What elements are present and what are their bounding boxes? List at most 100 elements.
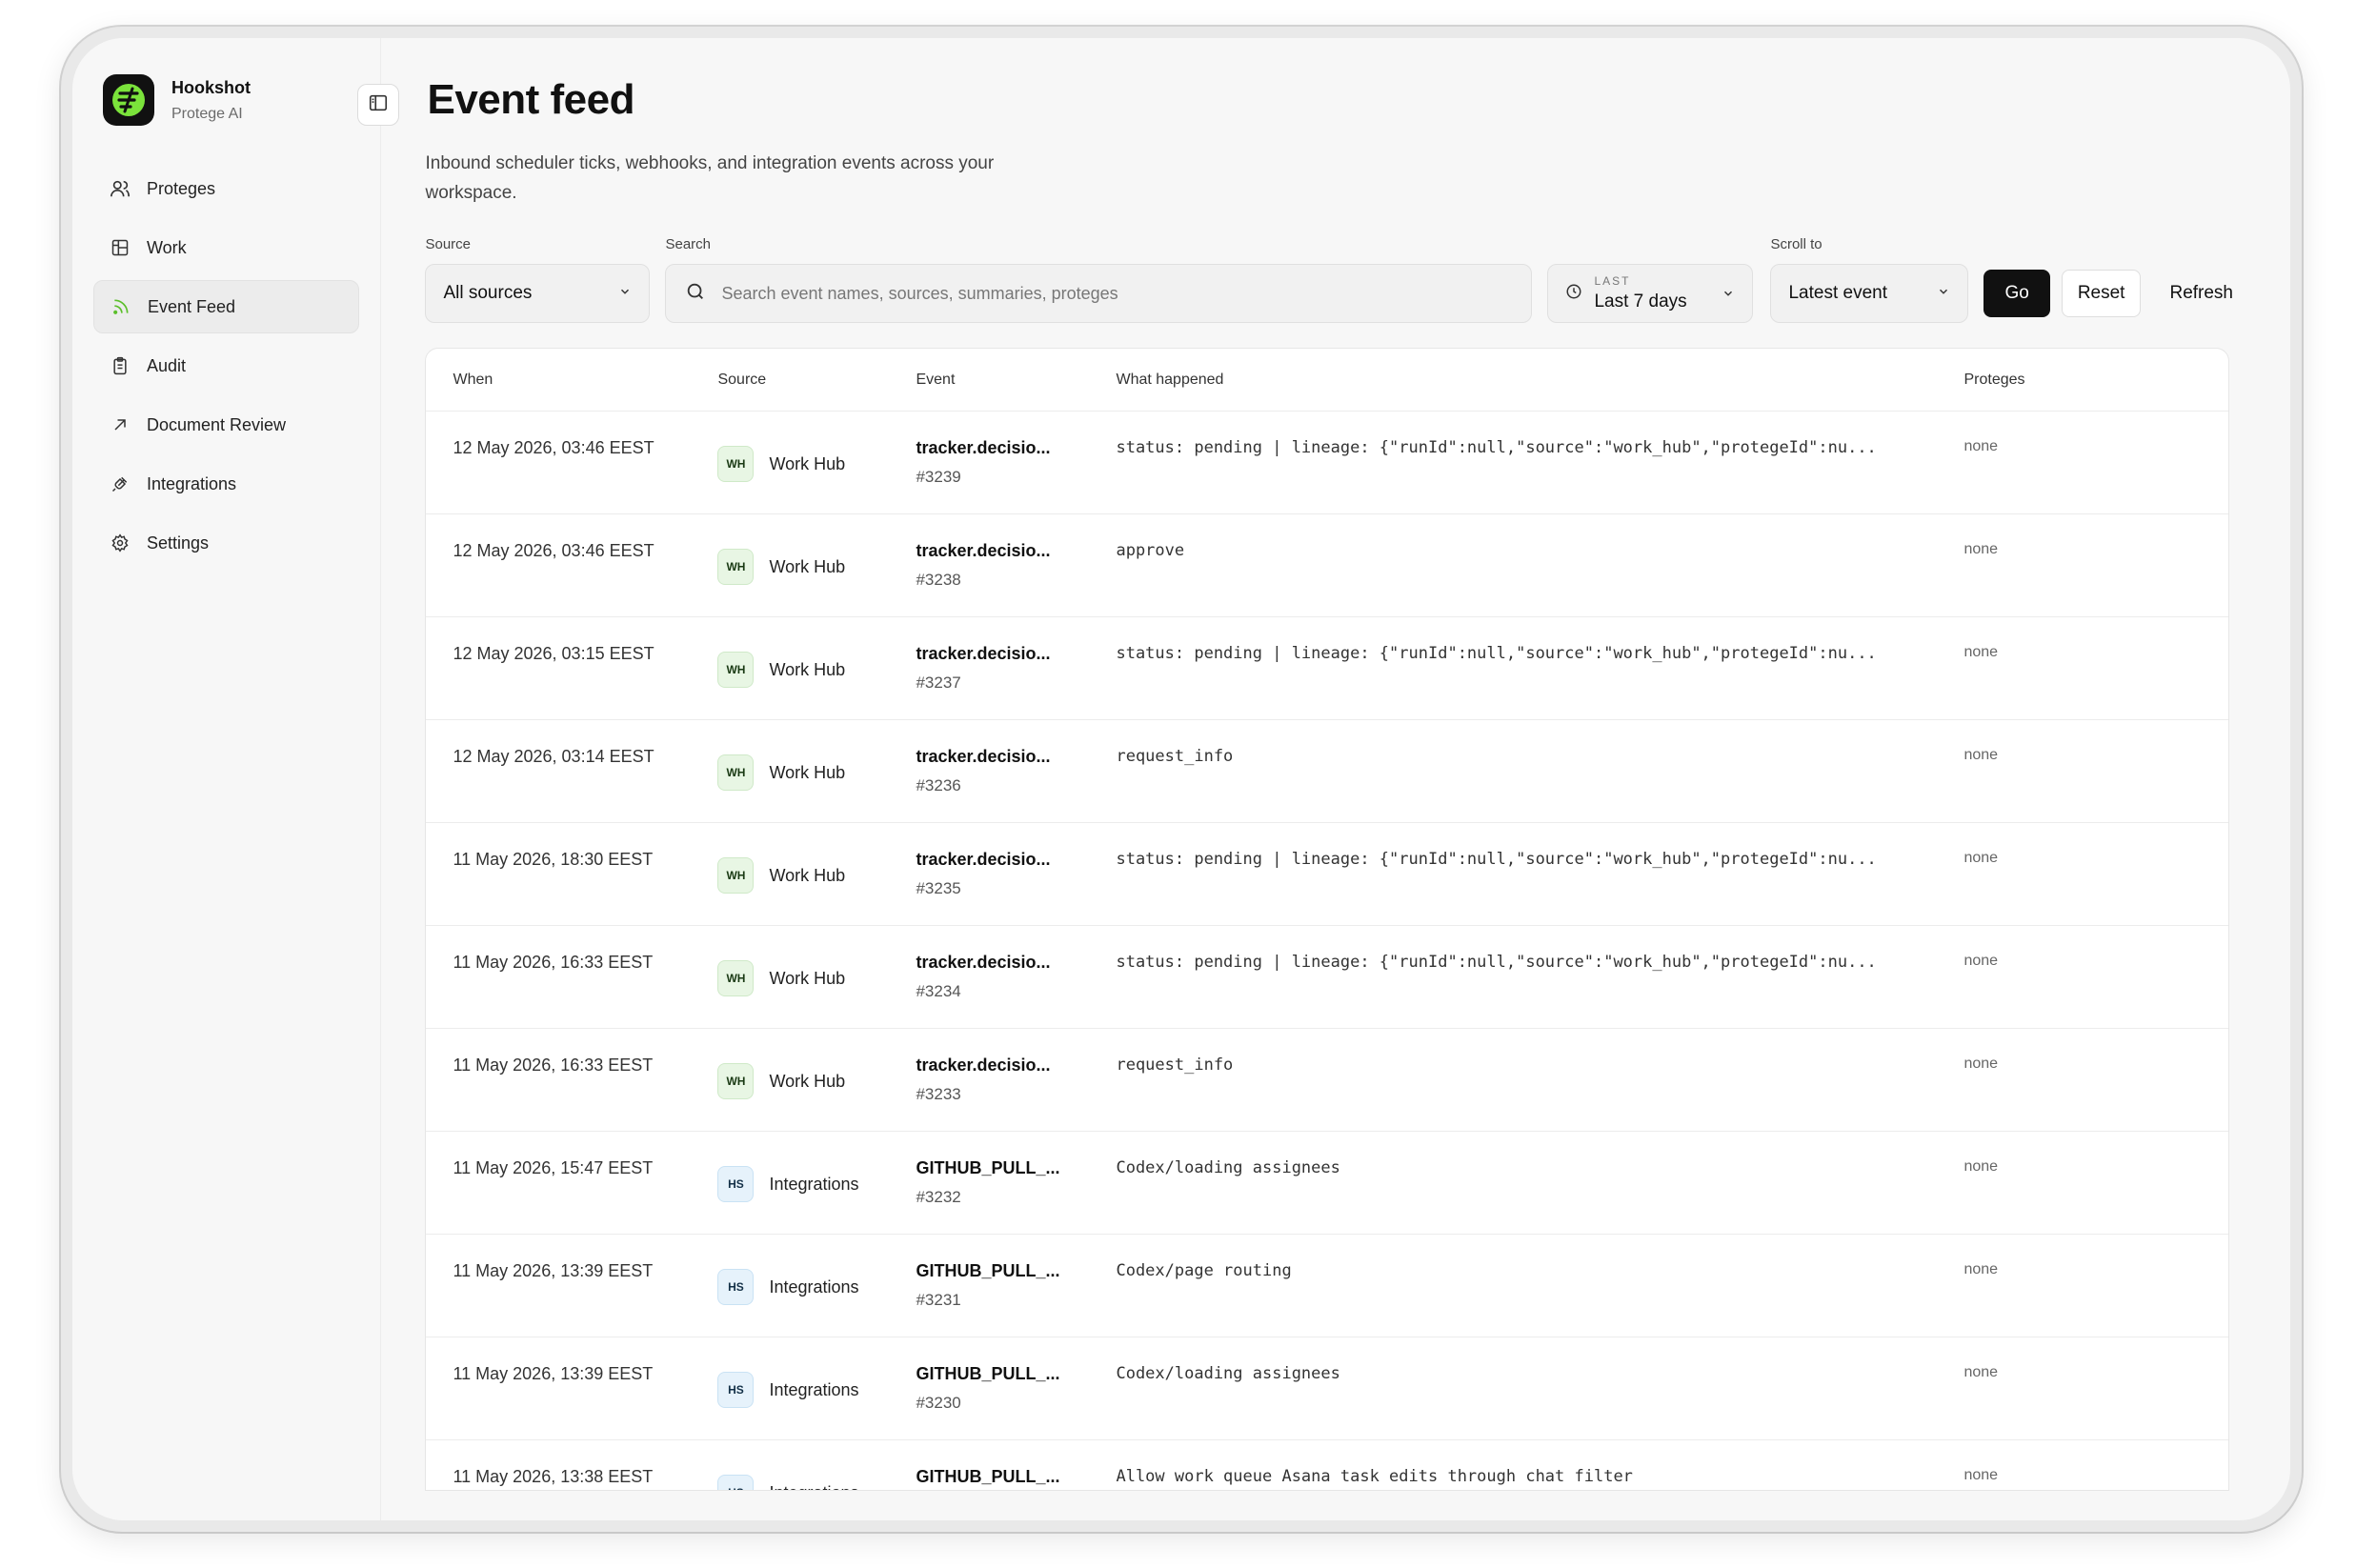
row-event-name[interactable]: tracker.decisio... (916, 953, 1116, 973)
brand: Hookshot Protege AI (103, 74, 359, 126)
chevron-down-icon (618, 283, 632, 304)
scroll-to-select[interactable]: Latest event (1770, 264, 1969, 323)
brand-subtitle: Protege AI (171, 105, 243, 122)
row-event-name[interactable]: GITHUB_PULL_... (916, 1467, 1116, 1487)
table-row[interactable]: 11 May 2026, 13:39 EEST HS Integrations … (426, 1235, 2229, 1337)
row-source: Work Hub (769, 968, 846, 988)
refresh-button[interactable]: Refresh (2154, 270, 2248, 317)
source-badge: WH (717, 549, 755, 585)
row-event-name[interactable]: tracker.decisio... (916, 644, 1116, 664)
row-when: 11 May 2026, 13:39 EEST (453, 1364, 654, 1383)
users-icon (109, 177, 131, 200)
sidebar-item-work[interactable]: Work (93, 221, 359, 274)
source-badge: WH (717, 1063, 755, 1099)
sidebar: Hookshot Protege AI Proteges Work Event … (72, 38, 400, 1520)
sidebar-item-integrations[interactable]: Integrations (93, 457, 359, 511)
sidebar-item-label: Document Review (147, 414, 287, 434)
row-when: 11 May 2026, 16:33 EEST (453, 953, 654, 972)
search-input[interactable] (721, 283, 1513, 304)
table-row[interactable]: 11 May 2026, 16:33 EEST WH Work Hub trac… (426, 926, 2229, 1029)
chevron-down-icon (1937, 283, 1950, 304)
date-range-select[interactable]: LAST Last 7 days (1547, 264, 1754, 323)
row-event-id: #3233 (916, 1085, 961, 1103)
table-row[interactable]: 12 May 2026, 03:15 EEST WH Work Hub trac… (426, 617, 2229, 720)
row-proteges: none (1963, 1467, 1999, 1483)
table-body: 12 May 2026, 03:46 EEST WH Work Hub trac… (426, 412, 2229, 1491)
table-row[interactable]: 11 May 2026, 18:30 EEST WH Work Hub trac… (426, 823, 2229, 926)
page-description: Inbound scheduler ticks, webhooks, and i… (425, 153, 995, 203)
row-proteges: none (1963, 438, 1999, 454)
table-row[interactable]: 11 May 2026, 16:33 EEST WH Work Hub trac… (426, 1029, 2229, 1132)
table-row[interactable]: 12 May 2026, 03:46 EEST WH Work Hub trac… (426, 514, 2229, 617)
sidebar-item-audit[interactable]: Audit (93, 339, 359, 392)
sidebar-item-event-feed[interactable]: Event Feed (93, 280, 360, 333)
column-header-what-happened[interactable]: What happened (1116, 372, 1963, 389)
source-badge: HS (717, 1269, 755, 1305)
row-event-name[interactable]: tracker.decisio... (916, 438, 1116, 458)
sidebar-item-settings[interactable]: Settings (93, 516, 359, 570)
reset-button[interactable]: Reset (2061, 270, 2142, 317)
source-label: Source (425, 236, 471, 252)
row-event-name[interactable]: tracker.decisio... (916, 850, 1116, 870)
table-row[interactable]: 11 May 2026, 13:39 EEST HS Integrations … (426, 1337, 2229, 1440)
row-when: 12 May 2026, 03:15 EEST (453, 644, 654, 663)
row-source: Work Hub (769, 1071, 846, 1091)
table-row[interactable]: 12 May 2026, 03:46 EEST WH Work Hub trac… (426, 412, 2229, 514)
row-when: 12 May 2026, 03:46 EEST (453, 541, 654, 560)
source-select[interactable]: All sources (425, 264, 651, 323)
row-when: 11 May 2026, 18:30 EEST (453, 850, 654, 869)
row-source: Integrations (769, 1379, 859, 1399)
row-source: Work Hub (769, 659, 846, 679)
row-event-id: #3234 (916, 982, 961, 1000)
hookshot-logo-icon (103, 74, 154, 126)
gear-icon (109, 532, 131, 554)
row-event-name[interactable]: GITHUB_PULL_... (916, 1261, 1116, 1281)
events-table: When Source Event What happened Proteges… (425, 348, 2230, 1491)
source-filter: Source All sources (425, 236, 651, 323)
rss-icon (110, 295, 132, 318)
row-event-id: #3238 (916, 571, 961, 589)
column-header-source[interactable]: Source (717, 372, 916, 389)
main-content: Event feed Inbound scheduler ticks, webh… (381, 38, 2290, 1520)
row-when: 11 May 2026, 16:33 EEST (453, 1055, 654, 1075)
row-source: Work Hub (769, 556, 846, 576)
row-what-happened: Codex/loading assignees (1116, 1364, 1340, 1383)
row-event-name[interactable]: GITHUB_PULL_... (916, 1364, 1116, 1384)
search-box[interactable] (665, 264, 1533, 323)
row-event-name[interactable]: tracker.decisio... (916, 1055, 1116, 1075)
row-what-happened: Codex/page routing (1116, 1261, 1292, 1280)
scroll-to-label: Scroll to (1770, 236, 1822, 252)
column-header-when[interactable]: When (426, 372, 717, 389)
sidebar-item-label: Settings (147, 533, 210, 553)
sidebar-item-label: Audit (147, 355, 187, 375)
row-event-name[interactable]: tracker.decisio... (916, 541, 1116, 561)
row-what-happened: status: pending | lineage: {"runId":null… (1116, 953, 1877, 972)
sidebar-item-document-review[interactable]: Document Review (93, 398, 359, 452)
row-event-id: #3232 (916, 1188, 961, 1206)
go-button[interactable]: Go (1983, 270, 2050, 317)
device-frame: Hookshot Protege AI Proteges Work Event … (61, 27, 2302, 1532)
row-source: Work Hub (769, 762, 846, 782)
row-what-happened: approve (1116, 541, 1185, 560)
row-event-name[interactable]: GITHUB_PULL_... (916, 1158, 1116, 1178)
row-what-happened: Codex/loading assignees (1116, 1158, 1340, 1177)
date-range-value: Last 7 days (1594, 291, 1687, 312)
column-header-proteges[interactable]: Proteges (1963, 372, 2228, 389)
sidebar-item-label: Integrations (147, 473, 237, 493)
row-source: Integrations (769, 1483, 858, 1491)
row-when: 12 May 2026, 03:46 EEST (453, 438, 654, 457)
row-what-happened: Allow work queue Asana task edits throug… (1116, 1467, 1633, 1486)
source-badge: WH (717, 652, 755, 688)
sidebar-item-proteges[interactable]: Proteges (93, 162, 359, 215)
row-proteges: none (1963, 850, 1999, 866)
row-when: 11 May 2026, 13:38 EEST (453, 1467, 654, 1486)
source-badge: HS (717, 1166, 755, 1202)
source-badge: WH (717, 446, 755, 482)
row-event-name[interactable]: tracker.decisio... (916, 747, 1116, 767)
column-header-event[interactable]: Event (916, 372, 1116, 389)
sidebar-item-label: Work (147, 237, 187, 257)
table-row[interactable]: 11 May 2026, 13:38 EEST HS Integrations … (426, 1440, 2228, 1491)
table-row[interactable]: 12 May 2026, 03:14 EEST WH Work Hub trac… (426, 720, 2229, 823)
table-row[interactable]: 11 May 2026, 15:47 EEST HS Integrations … (426, 1132, 2229, 1235)
page-title: Event feed (427, 76, 634, 123)
